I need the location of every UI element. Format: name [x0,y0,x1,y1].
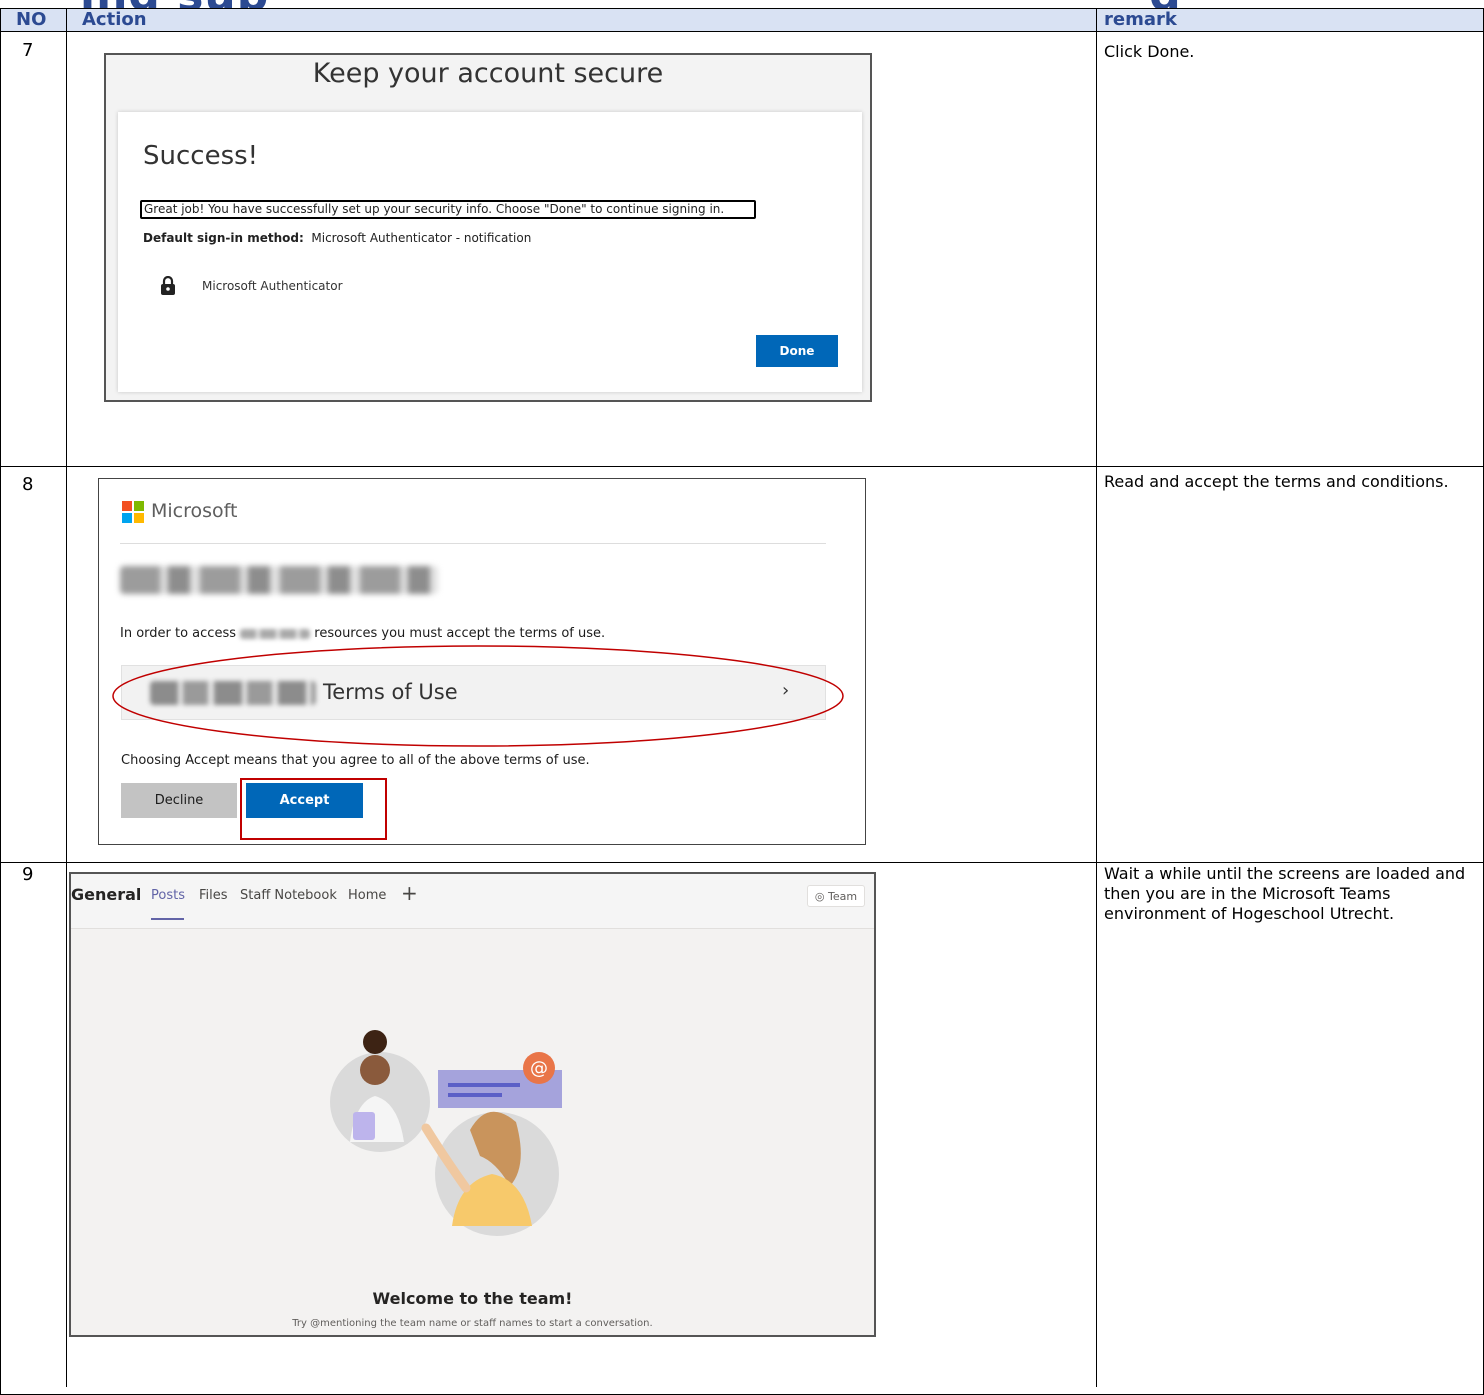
header-remark: remark [1104,9,1177,30]
column-divider [1096,8,1097,1387]
step-number: 7 [22,40,34,61]
microsoft-logo-icon [122,501,144,523]
header-no: NO [16,9,47,30]
done-button[interactable]: Done [756,335,838,367]
blurred-terms-heading [120,566,438,594]
step-remark: Click Done. [1104,42,1195,61]
welcome-heading: Welcome to the team! [372,1289,573,1308]
divider [120,543,826,544]
header-action: Action [82,9,147,30]
teams-channel-header [71,874,874,929]
add-tab-icon[interactable]: + [401,881,418,905]
step-remark: Wait a while until the screens are loade… [1104,864,1466,923]
microsoft-brand: Microsoft [151,500,238,522]
channel-name: General [71,885,142,904]
blurred-org-name [240,628,311,639]
row-divider [0,862,1484,863]
welcome-hint: Try @mentioning the team name or staff n… [292,1318,653,1329]
lock-icon [161,276,175,295]
row-divider [0,466,1484,467]
step7-title: Keep your account secure [312,58,664,89]
tab-posts[interactable]: Posts [151,888,185,903]
success-heading: Success! [143,141,259,171]
step-number: 9 [22,864,34,885]
success-message: Great job! You have successfully set up … [140,200,756,219]
tab-staff-notebook[interactable]: Staff Notebook [240,888,337,903]
step-number: 8 [22,474,34,495]
active-tab-indicator [151,918,184,920]
svg-text:@: @ [530,1058,548,1079]
step-remark: Read and accept the terms and conditions… [1104,472,1449,491]
tab-home[interactable]: Home [348,888,386,903]
welcome-illustration: @ [330,1030,562,1236]
decline-button[interactable]: Decline [121,783,237,818]
default-method: Default sign-in method: Microsoft Authen… [143,231,531,245]
access-notice: In order to access resources you must ac… [120,626,606,641]
default-method-value: Microsoft Authenticator - notification [311,231,532,245]
tab-files[interactable]: Files [199,888,228,903]
accept-notice: Choosing Accept means that you agree to … [121,753,590,768]
red-box-annotation [240,778,387,840]
column-divider [66,8,67,1387]
red-ellipse-annotation [112,645,844,747]
team-button[interactable]: ◎ Team [807,885,865,907]
default-method-label: Default sign-in method: [143,231,304,245]
authenticator-method: Microsoft Authenticator [202,279,343,293]
